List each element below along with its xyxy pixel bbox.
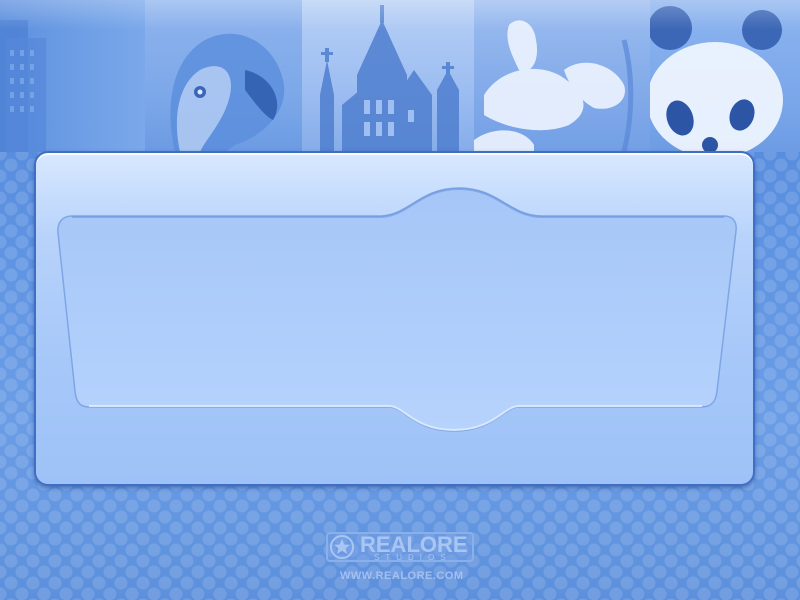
realore-logo: REALORE STUDIOS bbox=[326, 532, 476, 568]
website-link: WWW.REALORE.COM bbox=[340, 570, 464, 582]
logo-subtitle: STUDIOS bbox=[374, 553, 452, 562]
strip-highlight bbox=[0, 0, 800, 30]
star-icon bbox=[330, 535, 354, 559]
content-panel-shape bbox=[57, 187, 737, 432]
photo-strip bbox=[0, 0, 800, 152]
